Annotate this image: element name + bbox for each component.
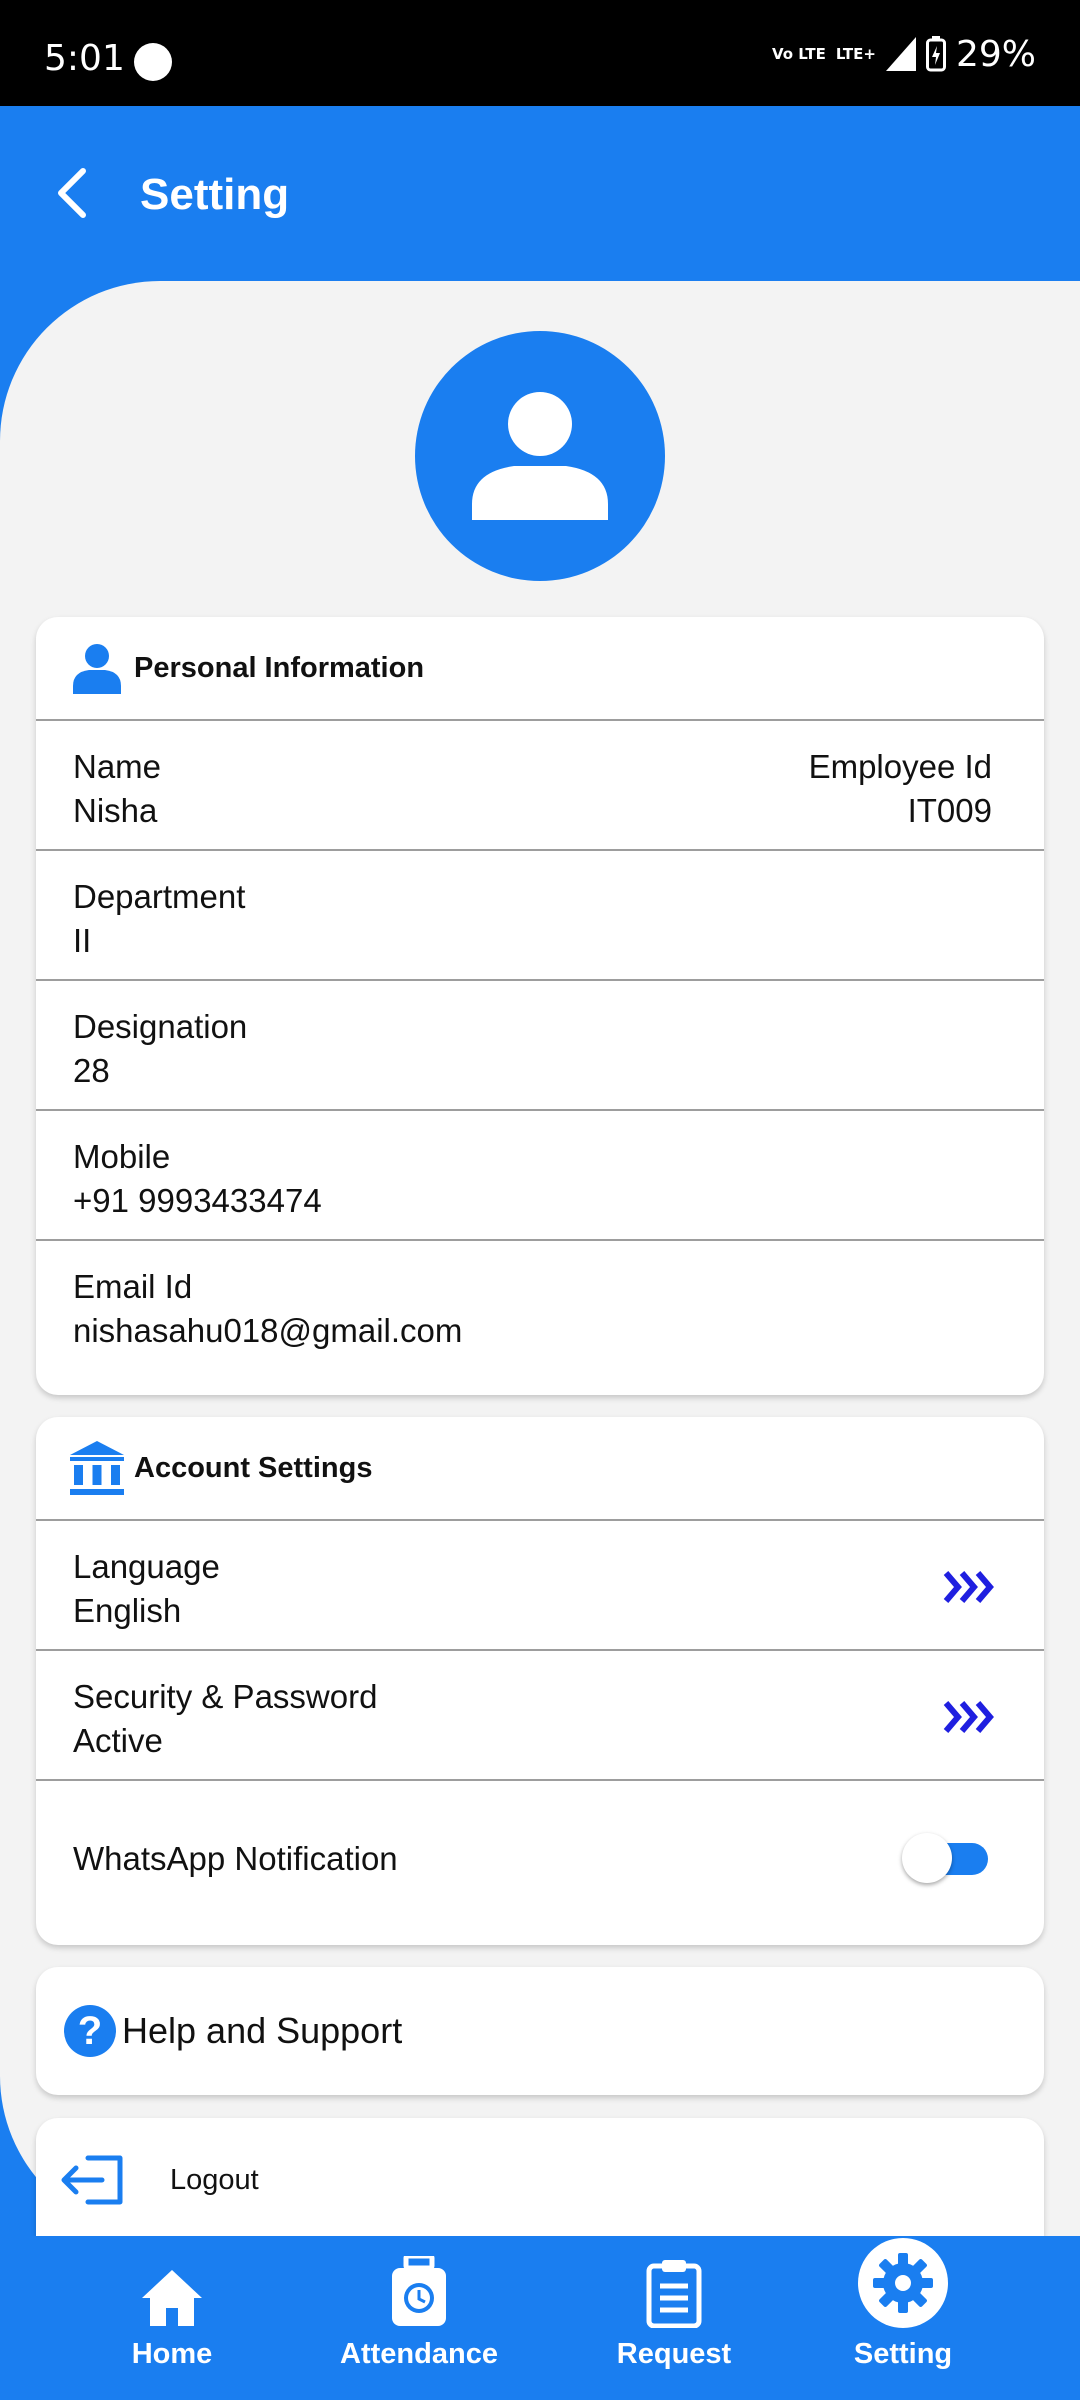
toggle-knob: [902, 1833, 952, 1883]
language-row[interactable]: Language English: [36, 1521, 1044, 1651]
nav-home-label: Home: [131, 2338, 213, 2370]
account-settings-card: Account Settings Language English Securi…: [36, 1417, 1044, 1945]
section-title: Account Settings: [134, 1451, 373, 1484]
whatsapp-notification-label: WhatsApp Notification: [73, 1840, 398, 1877]
home-icon: [140, 2236, 204, 2328]
nav-attendance[interactable]: Attendance: [336, 2236, 502, 2400]
triple-chevron-right-icon[interactable]: [942, 1569, 998, 1605]
security-password-row[interactable]: Security & Password Active: [36, 1651, 1044, 1781]
employee-id-value: IT009: [907, 792, 992, 829]
nav-request[interactable]: Request: [614, 2236, 734, 2400]
volte-indicator: Vo LTE: [771, 44, 826, 63]
battery-percent: 29%: [955, 33, 1036, 75]
triple-chevron-right-icon[interactable]: [942, 1699, 998, 1735]
language-value: English: [73, 1592, 182, 1629]
help-and-support-label: Help and Support: [122, 2010, 403, 2051]
status-time: 5:01: [44, 38, 125, 79]
employee-id-block: Employee Id IT009: [809, 745, 992, 833]
help-icon: ?: [64, 2005, 116, 2057]
logout-icon: [61, 2155, 123, 2205]
back-arrow-icon: [58, 168, 86, 218]
notification-dot-icon: [134, 43, 172, 81]
security-password-label: Security & Password: [73, 1678, 378, 1715]
department-label: Department: [73, 878, 246, 915]
nav-setting-label: Setting: [853, 2338, 953, 2370]
email-label: Email Id: [73, 1268, 193, 1305]
designation-value: 28: [73, 1052, 110, 1089]
nav-home[interactable]: Home: [110, 2236, 234, 2400]
nav-setting[interactable]: Setting: [848, 2236, 958, 2400]
nav-request-label: Request: [616, 2338, 732, 2370]
lte-indicator: LTE+: [835, 44, 876, 63]
back-button[interactable]: [42, 158, 102, 228]
section-title: Personal Information: [134, 651, 425, 684]
app-bar: Setting: [0, 106, 1080, 281]
email-value: nishasahu018@gmail.com: [73, 1312, 463, 1349]
gear-icon: [858, 2238, 948, 2328]
whatsapp-notification-row: WhatsApp Notification: [36, 1781, 1044, 1943]
department-value: II: [73, 922, 92, 959]
person-icon: [68, 639, 126, 697]
bank-icon: [68, 1439, 126, 1497]
name-row: Name Nisha Employee Id IT009: [36, 721, 1044, 851]
person-icon: [472, 392, 608, 520]
profile-avatar[interactable]: [415, 331, 665, 581]
account-settings-header: Account Settings: [36, 1417, 1044, 1521]
mobile-row: Mobile +91 9993433474: [36, 1111, 1044, 1241]
personal-information-header: Personal Information: [36, 617, 1044, 721]
personal-information-card: Personal Information Name Nisha Employee…: [36, 617, 1044, 1395]
clipboard-icon: [646, 2236, 702, 2328]
mobile-value: +91 9993433474: [73, 1182, 322, 1219]
employee-id-label: Employee Id: [808, 748, 992, 785]
battery-icon: [925, 36, 946, 72]
bottom-navigation: Home Attendance Request Setting: [0, 2236, 1080, 2400]
mobile-label: Mobile: [73, 1138, 171, 1175]
security-password-value: Active: [73, 1722, 163, 1759]
attendance-icon: [390, 2236, 448, 2328]
department-row: Department II: [36, 851, 1044, 981]
help-and-support-button[interactable]: ? Help and Support: [36, 1967, 1044, 2095]
status-icons: Vo LTE LTE+ 29%: [771, 33, 1036, 75]
designation-label: Designation: [73, 1008, 248, 1045]
language-label: Language: [73, 1548, 220, 1585]
email-row: Email Id nishasahu018@gmail.com: [36, 1241, 1044, 1371]
whatsapp-notification-toggle[interactable]: [902, 1833, 988, 1883]
designation-row: Designation 28: [36, 981, 1044, 1111]
nav-attendance-label: Attendance: [340, 2338, 498, 2370]
status-bar: 5:01 Vo LTE LTE+ 29%: [0, 0, 1080, 106]
page-title: Setting: [140, 170, 290, 219]
signal-icon: [885, 37, 916, 71]
logout-button[interactable]: Logout: [36, 2118, 1044, 2236]
logout-label: Logout: [170, 2164, 259, 2196]
